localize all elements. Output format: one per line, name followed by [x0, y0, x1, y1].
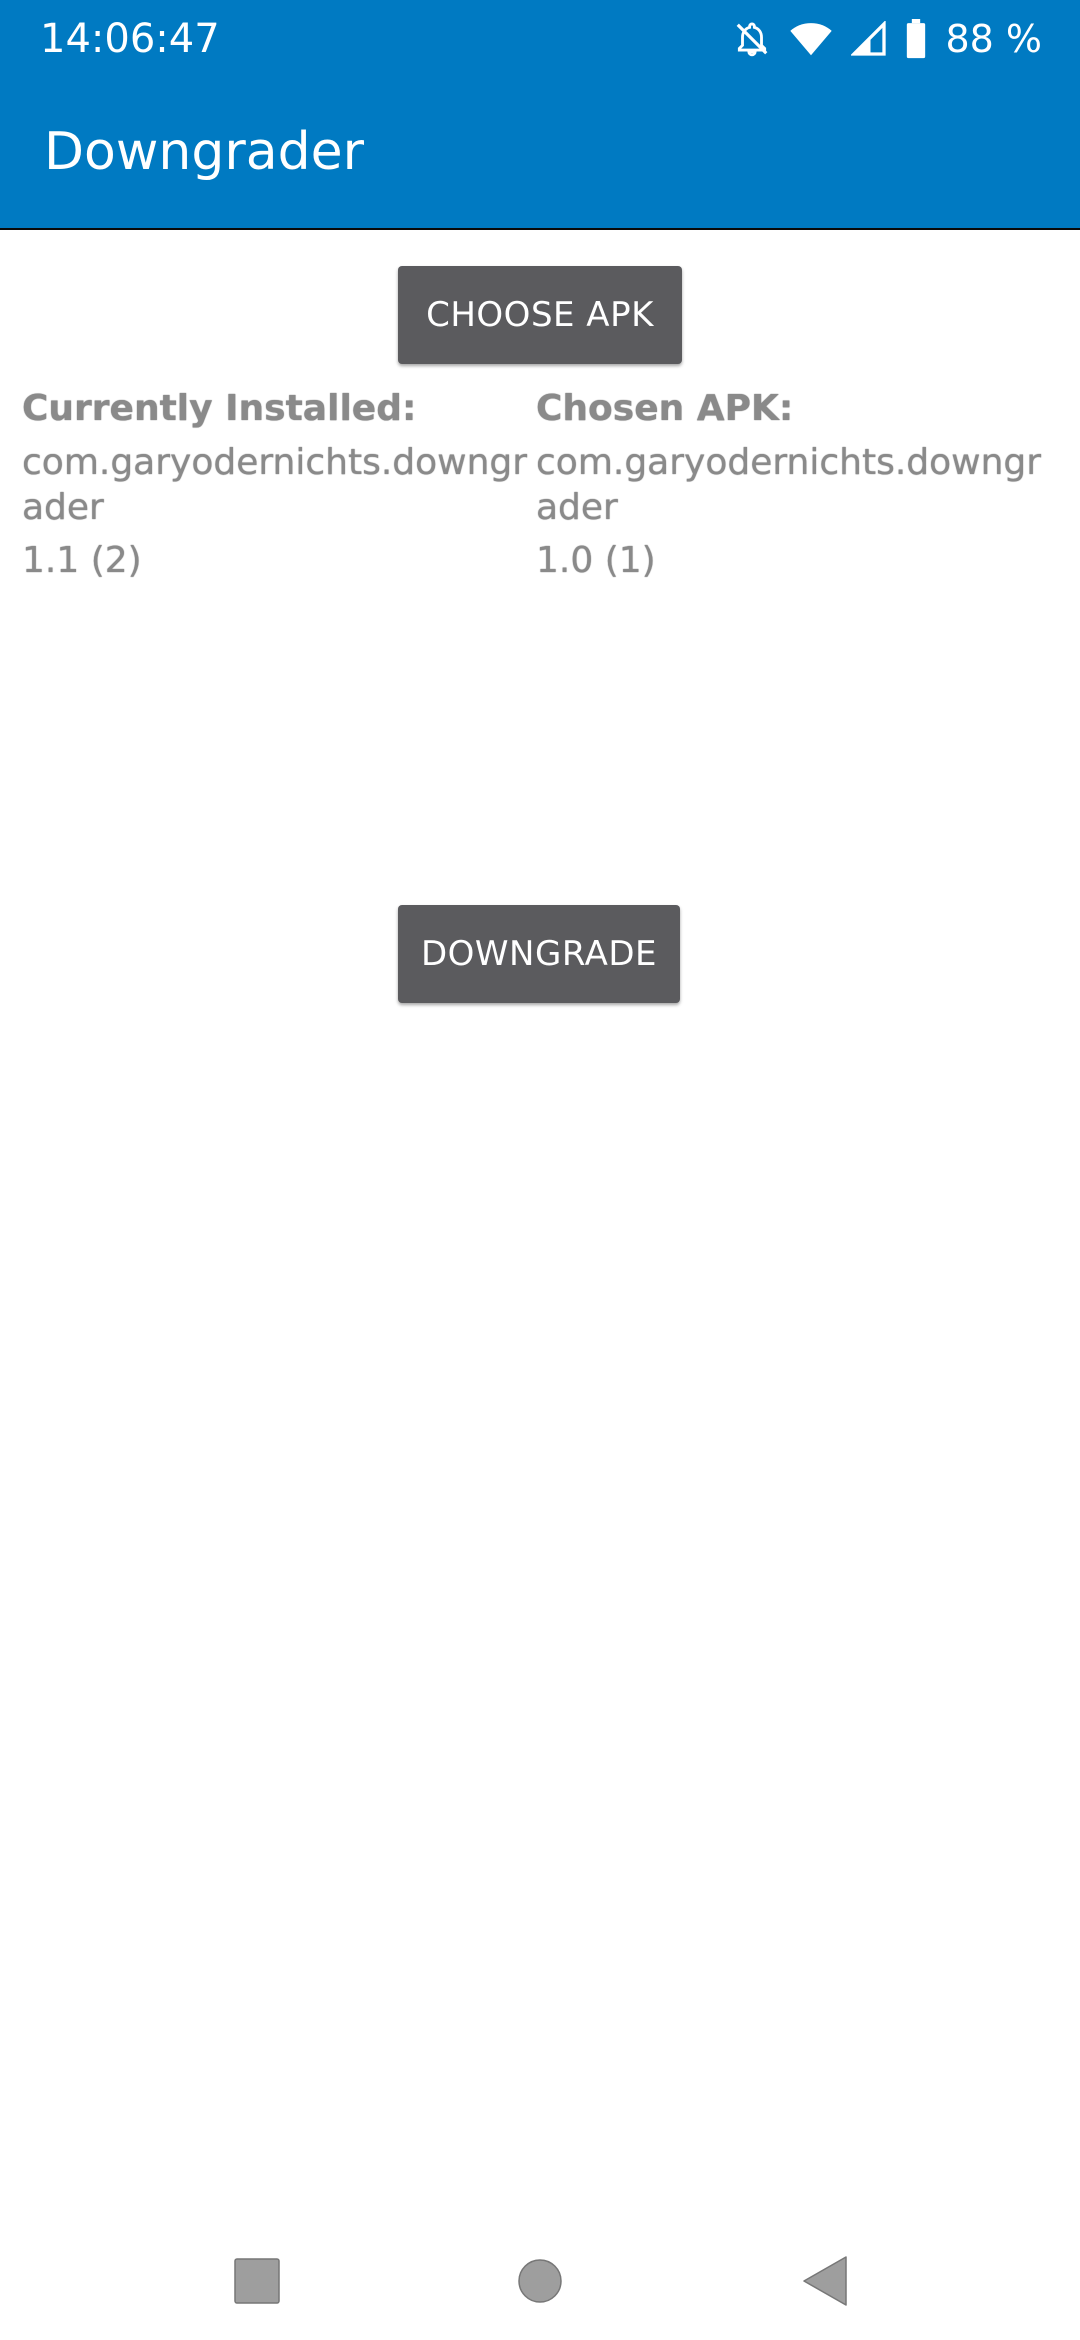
- home-circle-icon[interactable]: [505, 2246, 575, 2316]
- chosen-version: 1.0 (1): [536, 540, 656, 581]
- currently-installed-heading: Currently Installed:: [22, 388, 417, 429]
- installed-package-name: com.garyodernichts.downgrader: [22, 442, 528, 528]
- signal-icon: [851, 21, 887, 57]
- wifi-icon: [789, 21, 833, 57]
- installed-version: 1.1 (2): [22, 540, 142, 581]
- status-icons: 88 %: [733, 14, 1042, 64]
- status-time: 14:06:47: [40, 16, 220, 62]
- navigation-bar: [0, 2220, 1080, 2340]
- notifications-off-icon: [733, 19, 771, 59]
- chosen-package-name: com.garyodernichts.downgrader: [536, 442, 1042, 528]
- downgrade-button[interactable]: DOWNGRADE: [398, 905, 680, 1003]
- choose-apk-button[interactable]: CHOOSE APK: [398, 266, 682, 364]
- chosen-apk-info: Chosen APK: com.garyodernichts.downgrade…: [536, 386, 1056, 583]
- battery-percentage: 88 %: [945, 17, 1042, 61]
- app-title: Downgrader: [44, 122, 364, 182]
- back-triangle-icon[interactable]: [790, 2246, 860, 2316]
- chosen-apk-heading: Chosen APK:: [536, 388, 794, 429]
- currently-installed-info: Currently Installed: com.garyodernichts.…: [22, 386, 537, 583]
- status-bar: 14:06:47 88 %: [0, 0, 1080, 78]
- recents-square-icon[interactable]: [222, 2246, 292, 2316]
- battery-icon: [905, 19, 927, 59]
- app-bar: Downgrader: [0, 78, 1080, 230]
